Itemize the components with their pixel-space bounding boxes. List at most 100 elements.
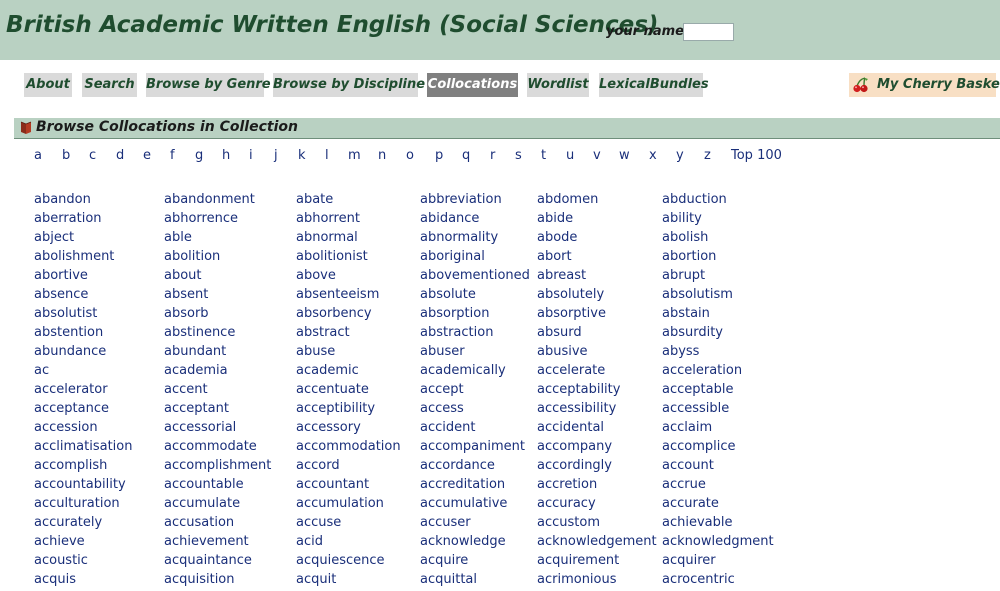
word-link[interactable]: accessorial — [164, 420, 271, 439]
word-link[interactable]: abidance — [420, 211, 530, 230]
word-link[interactable]: abolishment — [34, 249, 132, 268]
word-link[interactable]: absorption — [420, 306, 530, 325]
word-link[interactable]: abdomen — [537, 192, 657, 211]
word-link[interactable]: acquit — [296, 572, 401, 591]
letter-link-e[interactable]: e — [143, 148, 151, 163]
word-link[interactable]: accelerator — [34, 382, 132, 401]
word-link[interactable]: absolutism — [662, 287, 774, 306]
word-link[interactable]: accountant — [296, 477, 401, 496]
word-link[interactable]: abode — [537, 230, 657, 249]
letter-link-n[interactable]: n — [378, 148, 386, 163]
word-link[interactable]: abrupt — [662, 268, 774, 287]
word-link[interactable]: accordance — [420, 458, 530, 477]
nav-wordlist[interactable]: Wordlist — [527, 73, 589, 97]
word-link[interactable]: accordingly — [537, 458, 657, 477]
nav-search[interactable]: Search — [82, 73, 137, 97]
word-link[interactable]: abundance — [34, 344, 132, 363]
word-link[interactable]: accommodation — [296, 439, 401, 458]
letter-link-k[interactable]: k — [298, 148, 306, 163]
word-link[interactable]: accurately — [34, 515, 132, 534]
letter-link-c[interactable]: c — [89, 148, 96, 163]
word-link[interactable]: abstain — [662, 306, 774, 325]
word-link[interactable]: abovementioned — [420, 268, 530, 287]
word-link[interactable]: accuracy — [537, 496, 657, 515]
word-link[interactable]: abstract — [296, 325, 401, 344]
letter-link-top-100[interactable]: Top 100 — [731, 148, 782, 163]
letter-link-y[interactable]: y — [676, 148, 684, 163]
word-link[interactable]: abnormality — [420, 230, 530, 249]
word-link[interactable]: accomplish — [34, 458, 132, 477]
letter-link-f[interactable]: f — [170, 148, 175, 163]
word-link[interactable]: acknowledgment — [662, 534, 774, 553]
word-link[interactable]: above — [296, 268, 401, 287]
word-link[interactable]: acquaintance — [164, 553, 271, 572]
word-link[interactable]: abide — [537, 211, 657, 230]
word-link[interactable]: accelerate — [537, 363, 657, 382]
word-link[interactable]: abuser — [420, 344, 530, 363]
word-link[interactable]: abduction — [662, 192, 774, 211]
word-link[interactable]: abortive — [34, 268, 132, 287]
word-link[interactable]: acoustic — [34, 553, 132, 572]
nav-browse-by-genre[interactable]: Browse by Genre — [146, 73, 271, 97]
word-link[interactable]: abundant — [164, 344, 271, 363]
word-link[interactable]: abate — [296, 192, 401, 211]
word-link[interactable]: acceleration — [662, 363, 774, 382]
letter-link-l[interactable]: l — [325, 148, 329, 163]
word-link[interactable]: abolish — [662, 230, 774, 249]
word-link[interactable]: acculturation — [34, 496, 132, 515]
word-link[interactable]: acceptibility — [296, 401, 401, 420]
word-link[interactable]: accessibility — [537, 401, 657, 420]
word-link[interactable]: academia — [164, 363, 271, 382]
word-link[interactable]: acceptant — [164, 401, 271, 420]
word-link[interactable]: acknowledgement — [537, 534, 657, 553]
word-link[interactable]: achieve — [34, 534, 132, 553]
letter-link-b[interactable]: b — [62, 148, 70, 163]
word-link[interactable]: acquirer — [662, 553, 774, 572]
word-link[interactable]: able — [164, 230, 271, 249]
letter-link-q[interactable]: q — [462, 148, 470, 163]
word-link[interactable]: absorptive — [537, 306, 657, 325]
word-link[interactable]: accession — [34, 420, 132, 439]
word-link[interactable]: absence — [34, 287, 132, 306]
letter-link-o[interactable]: o — [406, 148, 414, 163]
word-link[interactable]: accuser — [420, 515, 530, 534]
word-link[interactable]: accretion — [537, 477, 657, 496]
word-link[interactable]: accumulate — [164, 496, 271, 515]
word-link[interactable]: accountability — [34, 477, 132, 496]
word-link[interactable]: accountable — [164, 477, 271, 496]
word-link[interactable]: achievable — [662, 515, 774, 534]
word-link[interactable]: accreditation — [420, 477, 530, 496]
word-link[interactable]: abbreviation — [420, 192, 530, 211]
letter-link-u[interactable]: u — [566, 148, 574, 163]
word-link[interactable]: abreast — [537, 268, 657, 287]
word-link[interactable]: academic — [296, 363, 401, 382]
name-input[interactable] — [683, 23, 734, 41]
word-link[interactable]: abusive — [537, 344, 657, 363]
letter-link-j[interactable]: j — [274, 148, 278, 163]
word-link[interactable]: accumulative — [420, 496, 530, 515]
word-link[interactable]: acrocentric — [662, 572, 774, 591]
word-link[interactable]: acrimonious — [537, 572, 657, 591]
word-link[interactable]: abortion — [662, 249, 774, 268]
word-link[interactable]: about — [164, 268, 271, 287]
word-link[interactable]: abstraction — [420, 325, 530, 344]
letter-link-g[interactable]: g — [195, 148, 203, 163]
letter-link-z[interactable]: z — [704, 148, 711, 163]
letter-link-x[interactable]: x — [649, 148, 657, 163]
word-link[interactable]: abyss — [662, 344, 774, 363]
word-link[interactable]: absolute — [420, 287, 530, 306]
word-link[interactable]: accompaniment — [420, 439, 530, 458]
word-link[interactable]: abort — [537, 249, 657, 268]
word-link[interactable]: accrue — [662, 477, 774, 496]
word-link[interactable]: acquire — [420, 553, 530, 572]
word-link[interactable]: acid — [296, 534, 401, 553]
word-link[interactable]: accept — [420, 382, 530, 401]
word-link[interactable]: ability — [662, 211, 774, 230]
word-link[interactable]: acceptable — [662, 382, 774, 401]
word-link[interactable]: accord — [296, 458, 401, 477]
word-link[interactable]: absent — [164, 287, 271, 306]
nav-lexical-bundles[interactable]: LexicalBundles — [599, 73, 709, 97]
word-link[interactable]: absolutely — [537, 287, 657, 306]
word-link[interactable]: accustom — [537, 515, 657, 534]
word-link[interactable]: accent — [164, 382, 271, 401]
